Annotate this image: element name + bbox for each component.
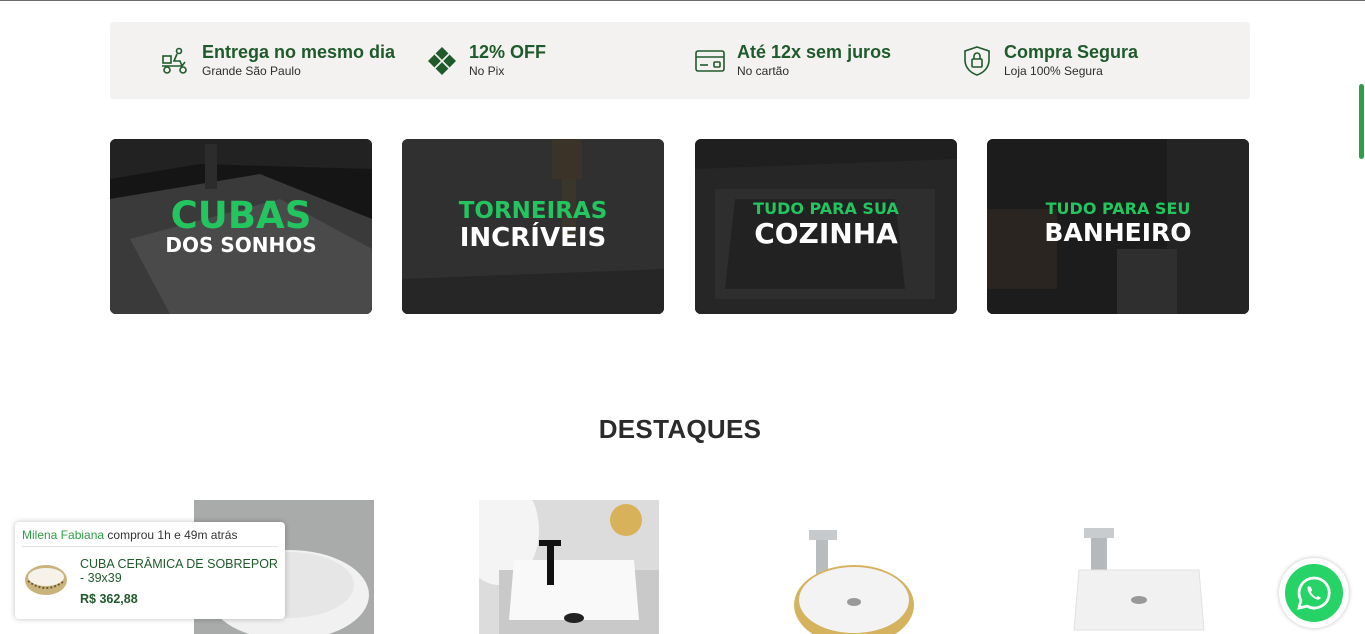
delivery-scooter-icon	[158, 44, 192, 78]
benefit-subtitle: No cartão	[737, 64, 790, 78]
benefit-subtitle: No Pix	[469, 64, 505, 78]
popup-header: Milena Fabiana comprou 1h e 49m atrás	[22, 528, 237, 542]
purchase-time: comprou 1h e 49m atrás	[107, 528, 238, 542]
banner-line1: TUDO PARA SUA	[753, 199, 899, 218]
banner-line1: TORNEIRAS	[458, 198, 608, 224]
benefits-bar: Entrega no mesmo dia Grande São Paulo 12…	[110, 22, 1250, 99]
benefit-title: Até 12x sem juros	[737, 42, 892, 62]
benefit-subtitle: Grande São Paulo	[202, 64, 301, 78]
product-image-rect-sink[interactable]	[1049, 500, 1229, 634]
banner-line1: TUDO PARA SEU	[1045, 199, 1191, 218]
benefit-subtitle: Loja 100% Segura	[1004, 64, 1103, 78]
product-image-square-sink-black-faucet[interactable]	[479, 500, 659, 634]
benefit-pix: 12% OFF No Pix	[425, 22, 546, 99]
benefit-title: Compra Segura	[1004, 42, 1139, 62]
banner-line2: DOS SONHOS	[165, 233, 317, 257]
category-banner-torneiras[interactable]: TORNEIRAS INCRÍVEIS	[402, 139, 664, 314]
benefit-delivery: Entrega no mesmo dia Grande São Paulo	[158, 22, 395, 99]
recent-purchase-popup[interactable]: Milena Fabiana comprou 1h e 49m atrás CU…	[15, 522, 285, 619]
banner-line2: COZINHA	[754, 217, 898, 250]
benefit-installments: Até 12x sem juros No cartão	[693, 22, 891, 99]
banner-line1: CUBAS	[170, 194, 312, 237]
pix-icon	[425, 44, 459, 78]
section-title: DESTAQUES	[598, 414, 762, 444]
benefit-title: 12% OFF	[469, 42, 547, 62]
whatsapp-button[interactable]	[1279, 558, 1349, 628]
whatsapp-icon	[1297, 576, 1331, 610]
scrollbar-thumb[interactable]	[1359, 84, 1364, 159]
category-banner-cozinha[interactable]: TUDO PARA SUA COZINHA	[695, 139, 957, 314]
benefit-secure: Compra Segura Loja 100% Segura	[960, 22, 1138, 99]
top-divider	[0, 0, 1365, 1]
product-thumbnail	[25, 565, 67, 595]
product-price: R$ 362,88	[80, 592, 138, 606]
shield-lock-icon	[960, 44, 994, 78]
credit-card-icon	[693, 44, 727, 78]
category-banner-banheiro[interactable]: TUDO PARA SEU BANHEIRO	[987, 139, 1249, 314]
product-name[interactable]: CUBA CERÂMICA DE SOBREPOR - 39x39	[80, 557, 278, 585]
benefit-title: Entrega no mesmo dia	[202, 42, 396, 62]
banner-line2: BANHEIRO	[1044, 218, 1192, 247]
category-banner-cubas[interactable]: CUBAS DOS SONHOS	[110, 139, 372, 314]
popup-divider	[22, 546, 278, 547]
buyer-name: Milena Fabiana	[22, 528, 105, 542]
product-image-gold-rim-sink[interactable]	[764, 500, 944, 634]
banner-line2: INCRÍVEIS	[459, 223, 607, 253]
